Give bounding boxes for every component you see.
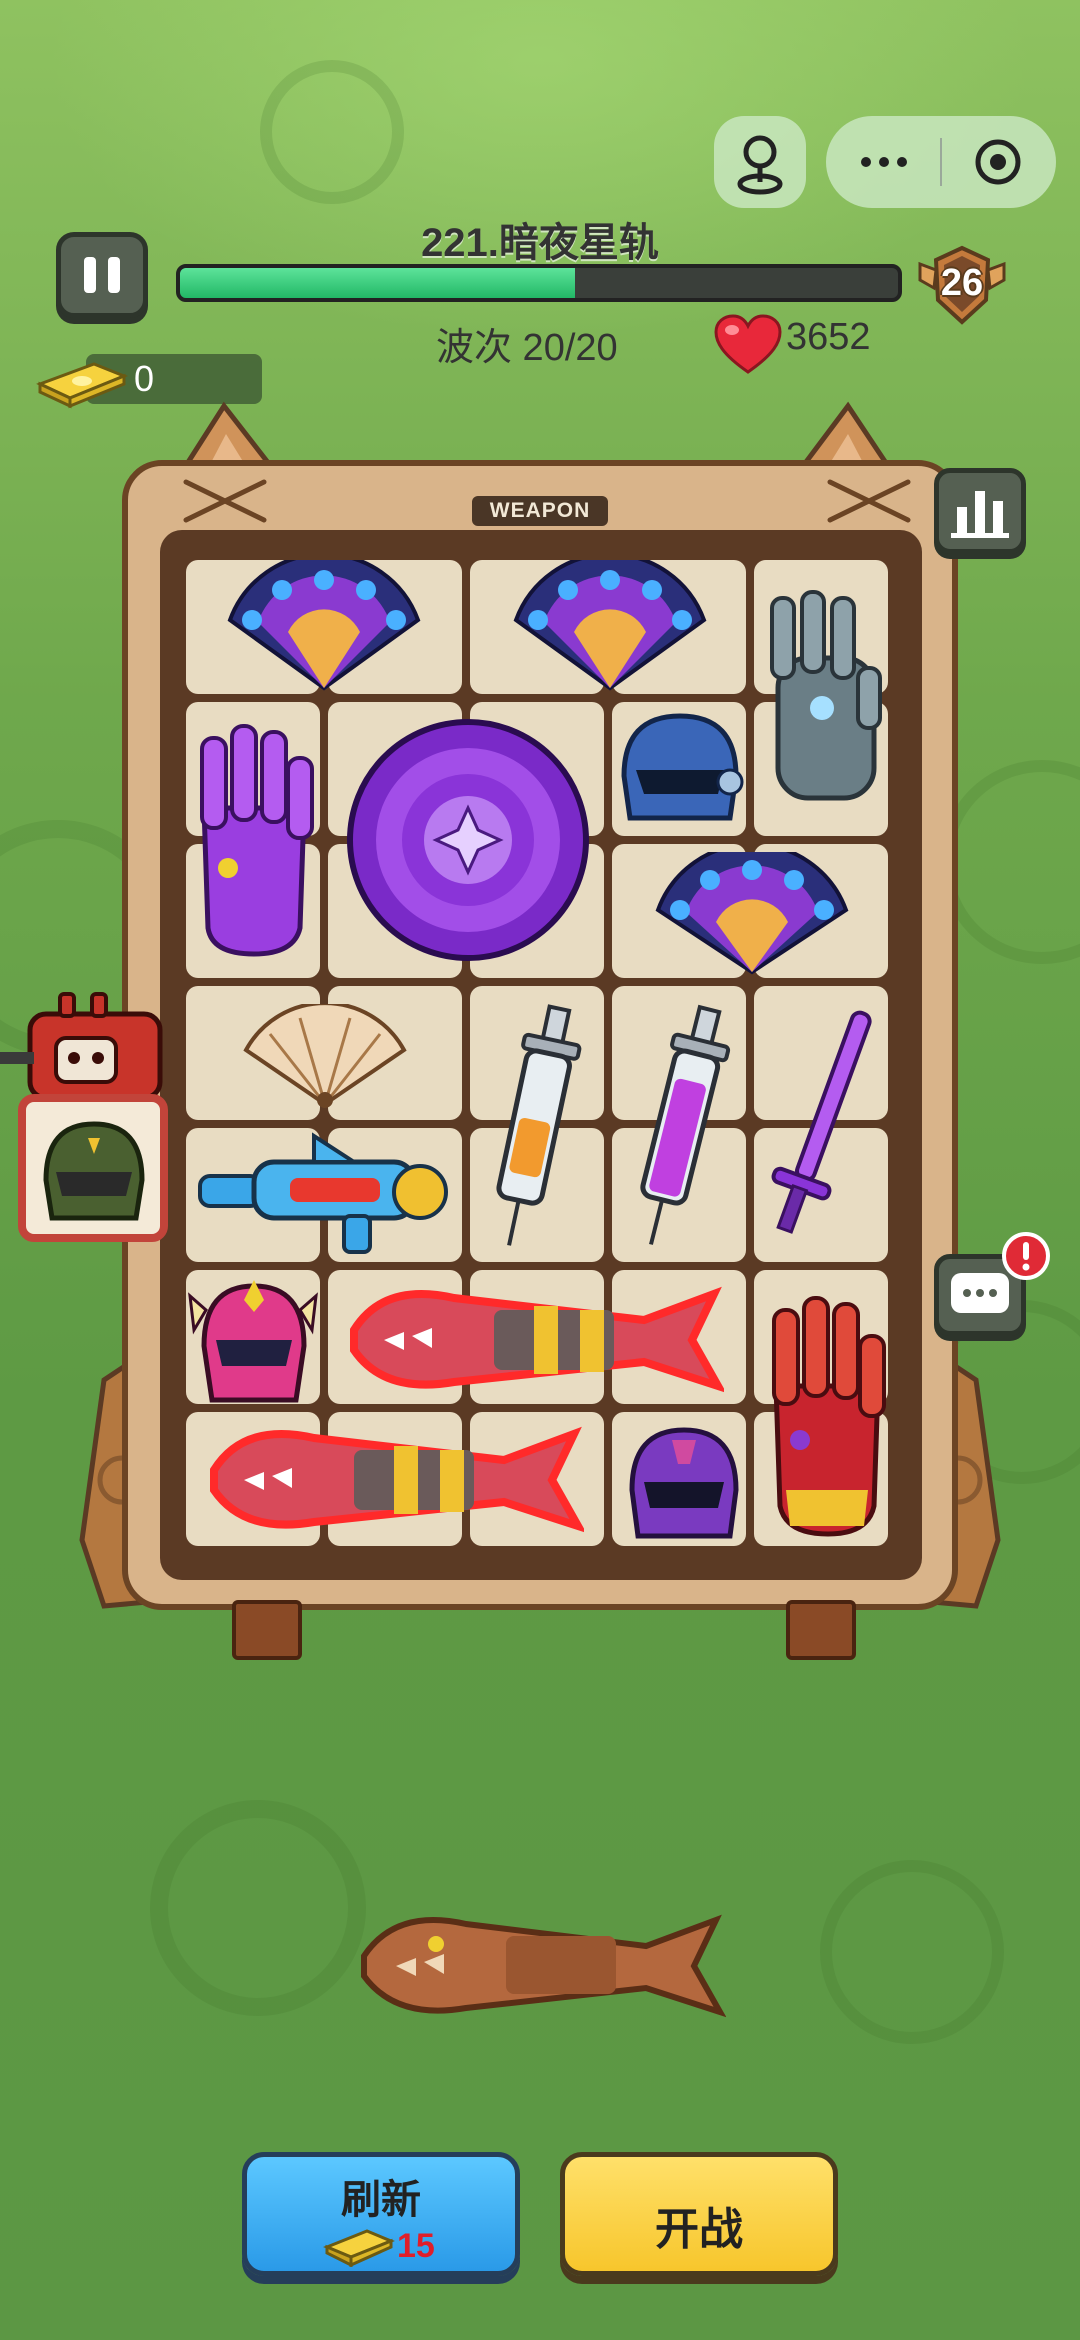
board-leg-left — [232, 1600, 302, 1660]
peacock-fan-icon[interactable] — [508, 560, 712, 692]
bg-swirl — [260, 60, 404, 204]
green-helmet-icon — [43, 1121, 145, 1221]
person-pin-icon — [737, 135, 783, 195]
cash-stack-icon — [323, 2229, 395, 2267]
wave-counter: 波次 20/20 — [436, 327, 618, 369]
level-badge[interactable]: 26 — [914, 240, 1010, 330]
equipped-helmet-slot[interactable] — [18, 1094, 168, 1242]
close-capsule-button[interactable] — [942, 116, 1056, 208]
bar-chart-icon — [951, 491, 1009, 538]
purple-shield-icon[interactable] — [344, 716, 592, 964]
level-badge-number: 26 — [940, 262, 984, 304]
peacock-fan-icon[interactable] — [650, 852, 854, 976]
refresh-button[interactable]: 刷新 15 — [242, 2152, 520, 2276]
stone-gauntlet-icon[interactable] — [758, 588, 892, 814]
peacock-fan-icon[interactable] — [222, 560, 426, 692]
mini-program-capsule — [826, 116, 1056, 208]
avatar-button[interactable] — [714, 116, 806, 208]
more-dots-icon — [861, 157, 907, 167]
violet-helmet-icon[interactable] — [622, 1420, 746, 1544]
cash-value: 0 — [134, 358, 155, 399]
robot-pet-icon[interactable] — [0, 988, 176, 1100]
level-progress-fill — [180, 268, 575, 298]
stats-button[interactable] — [934, 468, 1026, 554]
refresh-label: 刷新 — [341, 2178, 421, 2222]
paper-fan-icon[interactable] — [240, 1004, 410, 1108]
pink-winged-helmet-icon[interactable] — [188, 1270, 318, 1410]
shark-blade-icon[interactable] — [344, 1270, 724, 1410]
weapon-label: WEAPON — [472, 496, 608, 526]
level-progress-bar — [176, 264, 902, 302]
more-menu-button[interactable] — [826, 116, 940, 208]
start-battle-button[interactable]: 开战 — [560, 2152, 838, 2276]
target-close-icon — [975, 139, 1021, 185]
shark-blade-preview-icon[interactable] — [356, 1896, 726, 2030]
heart-icon — [714, 314, 782, 374]
shark-blade-icon[interactable] — [204, 1410, 584, 1550]
game-stage: 221.暗夜星轨 26 波次 20/20 3652 0 WEAPON 刷新 15… — [0, 0, 1080, 2340]
board-leg-right — [786, 1600, 856, 1660]
blue-helmet-icon[interactable] — [614, 706, 744, 832]
syringe-icon[interactable] — [478, 1000, 590, 1256]
start-battle-label: 开战 — [655, 2205, 743, 2254]
bg-swirl — [820, 1860, 1004, 2044]
purple-syringe-icon[interactable] — [620, 1000, 740, 1256]
bg-swirl — [940, 760, 1080, 964]
red-gauntlet-icon[interactable] — [756, 1290, 896, 1540]
purple-sword-icon[interactable] — [766, 1000, 876, 1260]
purple-gauntlet-icon[interactable] — [184, 718, 324, 962]
stitch-cross-right — [827, 479, 911, 523]
refresh-cost: 15 — [397, 2227, 435, 2265]
alert-badge-icon — [1002, 1232, 1050, 1280]
stitch-cross-left — [183, 479, 267, 523]
shark-water-gun-icon[interactable] — [194, 1132, 458, 1256]
cash-stack-icon — [36, 362, 129, 409]
bg-swirl — [150, 1800, 366, 2016]
hp-value: 3652 — [786, 316, 871, 358]
